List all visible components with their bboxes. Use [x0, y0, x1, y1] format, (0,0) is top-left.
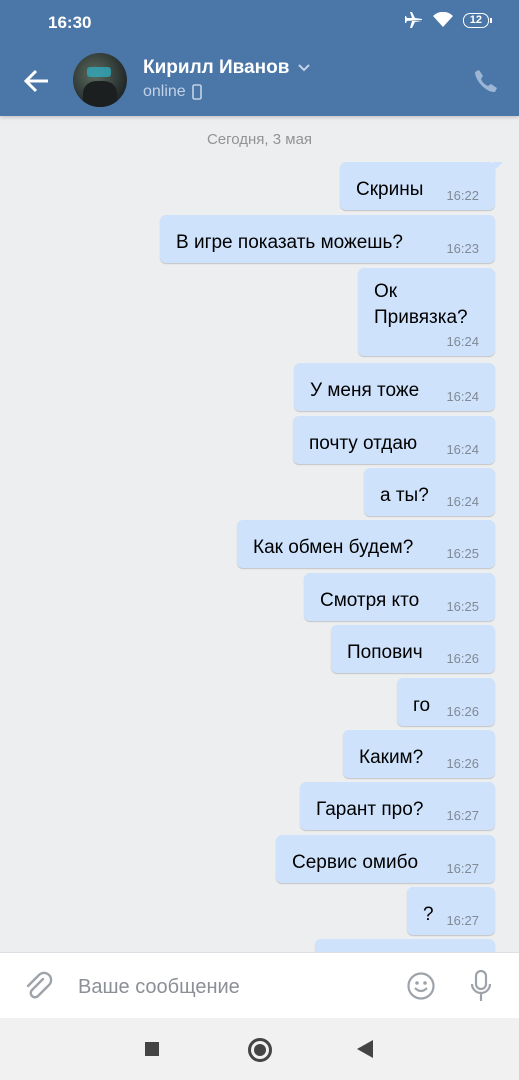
message-bubble[interactable]: У меня тоже 16:24 — [294, 363, 495, 411]
message-input[interactable] — [76, 969, 380, 1005]
message-bubble[interactable]: Попович 16:26 — [331, 625, 495, 673]
message-bubble[interactable]: Гарант про? 16:27 — [300, 782, 495, 830]
back-arrow-icon[interactable] — [22, 66, 52, 96]
date-divider: Сегодня, 3 мая — [206, 131, 313, 148]
message-text: Смотря кто — [320, 590, 420, 611]
message-time: 16:24 — [446, 442, 479, 457]
emoji-icon[interactable] — [406, 971, 436, 1001]
message-time: 16:23 — [446, 241, 479, 256]
online-status: online — [143, 83, 202, 101]
message-time: 16:26 — [446, 756, 479, 771]
message-bubble[interactable]: Ок Привязка? 16:24 — [358, 268, 495, 356]
mobile-icon — [191, 84, 202, 100]
message-text: Скрины — [356, 179, 424, 200]
message-time: 16:26 — [446, 651, 479, 666]
message-bubble[interactable]: Скрины 16:22 — [340, 162, 503, 210]
message-bubble[interactable]: Сервис омибо 16:27 — [276, 835, 495, 883]
message-bubble[interactable]: го 16:26 — [397, 678, 495, 726]
message-text: ? — [423, 904, 434, 925]
status-bar: 16:30 12 — [0, 0, 519, 46]
message-bubble[interactable]: Как обмен будем? 16:25 — [237, 520, 495, 568]
status-icons: 12 — [404, 12, 493, 28]
message-time: 16:25 — [446, 599, 479, 614]
message-time: 16:24 — [446, 389, 479, 404]
microphone-icon[interactable] — [469, 969, 493, 1003]
message-text: Как обмен будем? — [253, 537, 414, 558]
message-text: Попович — [347, 642, 423, 663]
message-text: почту отдаю — [309, 433, 418, 454]
message-bubble[interactable]: Каким? 16:26 — [343, 730, 495, 778]
message-text: го — [413, 695, 431, 716]
status-time: 16:30 — [48, 13, 92, 32]
online-status-label: online — [143, 83, 186, 100]
recents-button[interactable] — [145, 1042, 159, 1056]
phone-icon[interactable] — [473, 68, 499, 94]
message-time: 16:27 — [446, 861, 479, 876]
system-back-button[interactable] — [357, 1040, 373, 1058]
message-text: Ок Привязка? — [374, 281, 468, 328]
message-time: 16:24 — [446, 494, 479, 509]
message-text: а ты? — [380, 485, 429, 506]
message-bubble[interactable]: ? 16:27 — [407, 887, 495, 935]
message-text: Гарант про? — [316, 799, 424, 820]
message-bubble[interactable]: почту отдаю 16:24 — [293, 416, 495, 464]
message-time: 16:27 — [446, 808, 479, 823]
contact-name[interactable]: Кирилл Иванов — [143, 57, 311, 79]
battery-icon: 12 — [462, 12, 493, 28]
message-text: В игре показать можешь? — [176, 232, 403, 253]
chat-header: Кирилл Иванов online — [0, 46, 519, 116]
avatar[interactable] — [73, 53, 127, 107]
message-text: Каким? — [359, 747, 424, 768]
message-time: 16:22 — [446, 188, 479, 203]
message-text: Сервис омибо — [292, 852, 419, 873]
attach-icon[interactable] — [23, 971, 53, 1001]
message-bubble[interactable]: а ты? 16:24 — [364, 468, 495, 516]
message-time: 16:25 — [446, 546, 479, 561]
message-bubble[interactable]: В игре показать можешь? 16:23 — [160, 215, 495, 263]
message-text: У меня тоже — [310, 380, 420, 401]
chevron-down-icon — [298, 64, 311, 72]
message-composer — [0, 952, 519, 1019]
message-bubble[interactable]: Смотря кто 16:25 — [304, 573, 495, 621]
message-time: 16:27 — [446, 913, 479, 928]
wifi-icon — [432, 12, 453, 27]
message-time: 16:24 — [446, 334, 479, 349]
message-time: 16:26 — [446, 704, 479, 719]
airplane-icon — [404, 12, 422, 28]
contact-name-label: Кирилл Иванов — [143, 57, 290, 78]
home-button[interactable] — [248, 1038, 272, 1062]
system-nav-bar — [0, 1018, 519, 1080]
